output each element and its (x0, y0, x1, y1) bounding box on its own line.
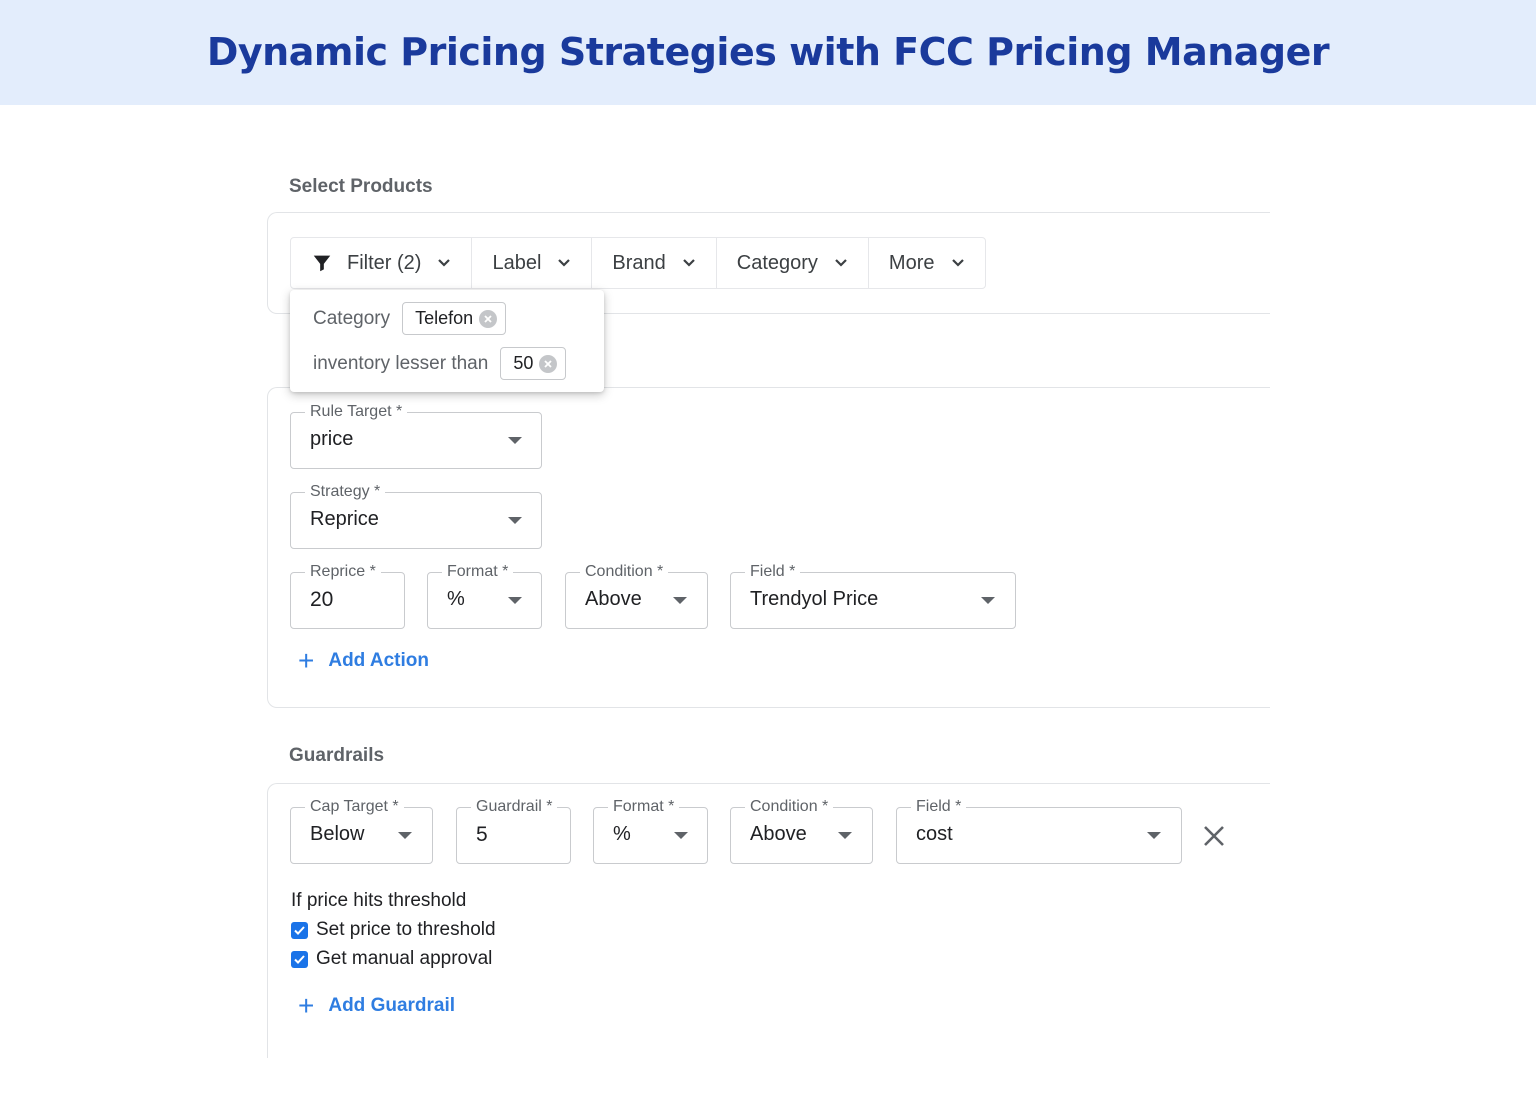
brand-dropdown-label: Brand (612, 251, 666, 274)
guardrail-format-label: Format * (608, 797, 680, 817)
strategy-select[interactable]: Strategy * Reprice (290, 482, 542, 549)
reprice-input[interactable]: Reprice * 20 (290, 562, 405, 629)
dropdown-arrow-icon (398, 832, 412, 839)
filter-chip[interactable]: Telefon (402, 302, 507, 335)
manual-approval-option-label: Get manual approval (316, 948, 493, 969)
remove-chip-icon[interactable] (539, 354, 558, 373)
filter-chip-value: Telefon (415, 308, 474, 328)
category-dropdown-label: Category (736, 251, 818, 274)
rule-target-select[interactable]: Rule Target * price (290, 402, 542, 469)
more-dropdown-label: More (888, 251, 935, 274)
dropdown-arrow-icon (674, 832, 688, 839)
rule-field-value: Trendyol Price (750, 588, 879, 610)
cap-target-select[interactable]: Cap Target * Below (290, 797, 433, 864)
rule-format-select[interactable]: Format * % (427, 562, 542, 629)
active-filter-row: inventory lesser than 50 (313, 347, 567, 380)
chevron-down-icon (437, 256, 451, 270)
reprice-label: Reprice * (305, 562, 381, 582)
checkbox-checked-icon[interactable] (291, 921, 308, 939)
filter-bar: Filter (2) Label Brand Category More (290, 237, 986, 289)
reprice-value: 20 (310, 588, 334, 611)
manual-approval-option[interactable]: Get manual approval (291, 948, 492, 970)
add-guardrail-label: Add Guardrail (328, 995, 456, 1016)
brand-dropdown[interactable]: Brand (592, 238, 717, 288)
label-dropdown[interactable]: Label (472, 238, 593, 288)
guardrail-label: Guardrail * (471, 797, 558, 817)
plus-icon: + (298, 990, 315, 1021)
guardrail-field-label: Field * (911, 797, 967, 817)
chevron-down-icon (557, 256, 571, 270)
active-filter-row: Category Telefon (313, 302, 507, 335)
close-icon[interactable] (1200, 822, 1228, 850)
filter-chip[interactable]: 50 (500, 347, 567, 380)
strategy-value: Reprice (310, 508, 379, 530)
header-banner: Dynamic Pricing Strategies with FCC Pric… (0, 0, 1536, 105)
chevron-down-icon (834, 256, 848, 270)
filter-label: Filter (2) (347, 251, 422, 274)
rule-field-label: Field * (745, 562, 801, 582)
set-price-option-label: Set price to threshold (316, 919, 496, 940)
guardrail-field-select[interactable]: Field * cost (896, 797, 1182, 864)
select-products-title: Select Products (289, 176, 433, 197)
plus-icon: + (298, 645, 315, 676)
rule-condition-value: Above (585, 588, 642, 610)
chevron-down-icon (951, 256, 965, 270)
rule-format-label: Format * (442, 562, 514, 582)
guardrails-title: Guardrails (289, 745, 385, 766)
dropdown-arrow-icon (981, 597, 995, 604)
dropdown-arrow-icon (508, 517, 522, 524)
active-filters-popover: Category Telefon inventory lesser than 5… (290, 290, 604, 392)
dropdown-arrow-icon (508, 437, 522, 444)
rule-format-value: % (447, 588, 465, 610)
rule-condition-label: Condition * (580, 562, 669, 582)
guardrail-condition-value: Above (750, 823, 807, 845)
add-action-label: Add Action (328, 650, 429, 671)
rule-field-select[interactable]: Field * Trendyol Price (730, 562, 1016, 629)
guardrail-value: 5 (476, 823, 488, 846)
page-title: Dynamic Pricing Strategies with FCC Pric… (206, 30, 1330, 74)
chevron-down-icon (682, 256, 696, 270)
guardrail-condition-label: Condition * (745, 797, 834, 817)
guardrail-condition-select[interactable]: Condition * Above (730, 797, 873, 864)
threshold-title: If price hits threshold (291, 890, 467, 911)
strategy-label: Strategy * (305, 482, 386, 502)
checkbox-checked-icon[interactable] (291, 950, 308, 968)
dropdown-arrow-icon (838, 832, 852, 839)
rule-condition-select[interactable]: Condition * Above (565, 562, 708, 629)
filter-icon (311, 252, 333, 274)
rule-target-value: price (310, 428, 354, 450)
add-action-button[interactable]: + Add Action (298, 645, 429, 676)
more-dropdown[interactable]: More (869, 238, 985, 288)
cap-target-value: Below (310, 823, 365, 845)
guardrail-format-select[interactable]: Format * % (593, 797, 708, 864)
set-price-option[interactable]: Set price to threshold (291, 919, 496, 941)
label-dropdown-label: Label (492, 251, 542, 274)
guardrail-field-value: cost (916, 823, 953, 845)
filter-chip-value: 50 (513, 353, 534, 373)
dropdown-arrow-icon (508, 597, 522, 604)
guardrail-input[interactable]: Guardrail * 5 (456, 797, 571, 864)
guardrail-format-value: % (613, 823, 631, 845)
add-guardrail-button[interactable]: + Add Guardrail (298, 990, 456, 1021)
dropdown-arrow-icon (673, 597, 687, 604)
active-filter-field: Category (313, 307, 391, 329)
category-dropdown[interactable]: Category (717, 238, 869, 288)
rule-target-label: Rule Target * (305, 402, 408, 422)
cap-target-label: Cap Target * (305, 797, 404, 817)
filter-button[interactable]: Filter (2) (291, 238, 473, 288)
active-filter-field: inventory lesser than (313, 352, 489, 374)
dropdown-arrow-icon (1147, 832, 1161, 839)
remove-chip-icon[interactable] (479, 309, 498, 328)
